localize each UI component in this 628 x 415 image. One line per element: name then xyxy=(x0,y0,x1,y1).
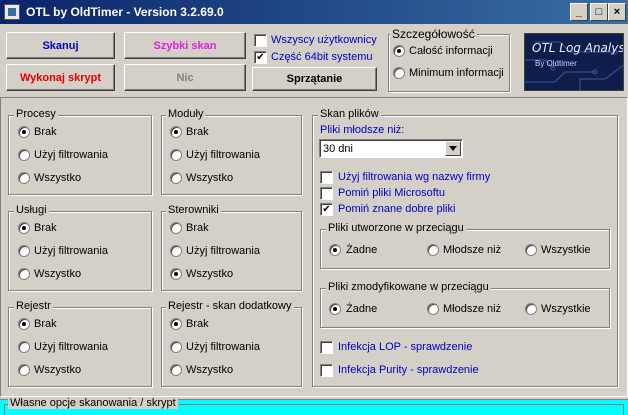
filter-company-checkbox[interactable] xyxy=(320,171,333,184)
processes-none-label: Brak xyxy=(34,126,57,138)
processes-none-radio[interactable] xyxy=(18,126,30,138)
scan-button[interactable]: Skanuj xyxy=(6,32,115,59)
64bit-checkbox[interactable]: ✔ xyxy=(254,51,267,64)
banner-subtitle: By Oldtimer xyxy=(535,59,577,68)
registry-extra-all-radio[interactable] xyxy=(170,364,182,376)
registry-extra-filter-radio[interactable] xyxy=(170,341,182,353)
detail-minimum-radio[interactable] xyxy=(393,67,405,79)
created-all-label: Wszystkie xyxy=(541,244,591,256)
modules-all-label: Wszystko xyxy=(186,172,234,184)
purity-checkbox[interactable] xyxy=(320,364,333,377)
registry-all-label: Wszystko xyxy=(34,364,82,376)
processes-title: Procesy xyxy=(14,108,58,120)
drivers-none-label: Brak xyxy=(186,222,209,234)
modified-title: Pliki zmodyfikowane w przeciągu xyxy=(326,281,491,293)
skip-known-label: Pomiń znane dobre pliki xyxy=(338,203,456,215)
registry-none-label: Brak xyxy=(34,318,57,330)
maximize-button[interactable]: □ xyxy=(590,3,608,21)
window-title: OTL by OldTimer - Version 3.2.69.0 xyxy=(26,5,224,19)
modified-younger-radio[interactable] xyxy=(427,303,439,315)
younger-than-value: 30 dni xyxy=(323,143,353,155)
file-scan-title: Skan plików xyxy=(318,108,381,120)
nothing-button[interactable]: Nic xyxy=(124,64,246,91)
detail-minimum-label: Minimum informacji xyxy=(409,67,504,79)
registry-extra-none-label: Brak xyxy=(186,318,209,330)
filter-company-label: Użyj filtrowania wg nazwy firmy xyxy=(338,171,491,183)
close-button[interactable]: × xyxy=(608,3,626,21)
registry-all-radio[interactable] xyxy=(18,364,30,376)
detail-group xyxy=(388,34,510,92)
created-all-radio[interactable] xyxy=(525,244,537,256)
cleanup-button[interactable]: Sprzątanie xyxy=(252,67,377,91)
modules-filter-label: Użyj filtrowania xyxy=(186,149,260,161)
processes-all-radio[interactable] xyxy=(18,172,30,184)
created-none-label: Żadne xyxy=(346,244,378,256)
drivers-title: Sterowniki xyxy=(166,204,221,216)
64bit-label: Część 64bit systemu xyxy=(271,51,373,63)
detail-group-title: Szczegółowość xyxy=(390,27,477,41)
skip-known-checkbox[interactable]: ✔ xyxy=(320,203,333,216)
modules-title: Moduły xyxy=(166,108,206,120)
minimize-button[interactable]: _ xyxy=(570,3,588,21)
processes-all-label: Wszystko xyxy=(34,172,82,184)
modified-all-radio[interactable] xyxy=(525,303,537,315)
registry-extra-none-radio[interactable] xyxy=(170,318,182,330)
otl-logo-banner: OTL Log Analysis By Oldtimer xyxy=(524,33,624,91)
registry-filter-radio[interactable] xyxy=(18,341,30,353)
banner-title: OTL Log Analysis xyxy=(532,41,624,55)
modified-none-label: Żadne xyxy=(346,303,378,315)
created-younger-radio[interactable] xyxy=(427,244,439,256)
services-none-radio[interactable] xyxy=(18,222,30,234)
modules-none-radio[interactable] xyxy=(170,126,182,138)
services-filter-label: Użyj filtrowania xyxy=(34,245,108,257)
registry-extra-filter-label: Użyj filtrowania xyxy=(186,341,260,353)
app-icon xyxy=(4,4,20,20)
created-none-radio[interactable] xyxy=(329,244,341,256)
quick-scan-button[interactable]: Szybki skan xyxy=(124,32,246,59)
detail-full-label: Całość informacji xyxy=(409,45,493,57)
younger-than-label: Pliki młodsze niż: xyxy=(320,124,405,136)
registry-filter-label: Użyj filtrowania xyxy=(34,341,108,353)
skip-microsoft-label: Pomiń pliki Microsoftu xyxy=(338,187,445,199)
drivers-filter-label: Użyj filtrowania xyxy=(186,245,260,257)
processes-filter-label: Użyj filtrowania xyxy=(34,149,108,161)
registry-title: Rejestr xyxy=(14,300,53,312)
modified-younger-label: Młodsze niż xyxy=(443,303,502,315)
detail-full-radio[interactable] xyxy=(393,45,405,57)
lop-checkbox[interactable] xyxy=(320,341,333,354)
younger-than-select[interactable]: 30 dni xyxy=(319,139,463,158)
modules-filter-radio[interactable] xyxy=(170,149,182,161)
dropdown-arrow-icon[interactable] xyxy=(445,141,461,156)
purity-label: Infekcja Purity - sprawdzenie xyxy=(338,364,479,376)
modules-all-radio[interactable] xyxy=(170,172,182,184)
skip-microsoft-checkbox[interactable] xyxy=(320,187,333,200)
drivers-none-radio[interactable] xyxy=(170,222,182,234)
custom-options-title: Własne opcje skanowania / skrypt xyxy=(8,397,178,409)
services-title: Usługi xyxy=(14,204,49,216)
modules-none-label: Brak xyxy=(186,126,209,138)
run-script-button[interactable]: Wykonaj skrypt xyxy=(6,64,115,91)
registry-extra-all-label: Wszystko xyxy=(186,364,234,376)
drivers-all-radio[interactable] xyxy=(170,268,182,280)
services-filter-radio[interactable] xyxy=(18,245,30,257)
registry-extra-title: Rejestr - skan dodatkowy xyxy=(166,300,294,312)
processes-filter-radio[interactable] xyxy=(18,149,30,161)
drivers-filter-radio[interactable] xyxy=(170,245,182,257)
drivers-all-label: Wszystko xyxy=(186,268,234,280)
services-all-radio[interactable] xyxy=(18,268,30,280)
services-none-label: Brak xyxy=(34,222,57,234)
services-all-label: Wszystko xyxy=(34,268,82,280)
modified-none-radio[interactable] xyxy=(329,303,341,315)
registry-none-radio[interactable] xyxy=(18,318,30,330)
created-title: Pliki utworzone w przeciągu xyxy=(326,222,466,234)
all-users-label: Wszyscy użytkownicy xyxy=(271,34,377,46)
created-younger-label: Młodsze niż xyxy=(443,244,502,256)
title-bar: OTL by OldTimer - Version 3.2.69.0 _ □ × xyxy=(0,0,628,24)
all-users-checkbox[interactable] xyxy=(254,34,267,47)
modified-all-label: Wszystkie xyxy=(541,303,591,315)
lop-label: Infekcja LOP - sprawdzenie xyxy=(338,341,473,353)
